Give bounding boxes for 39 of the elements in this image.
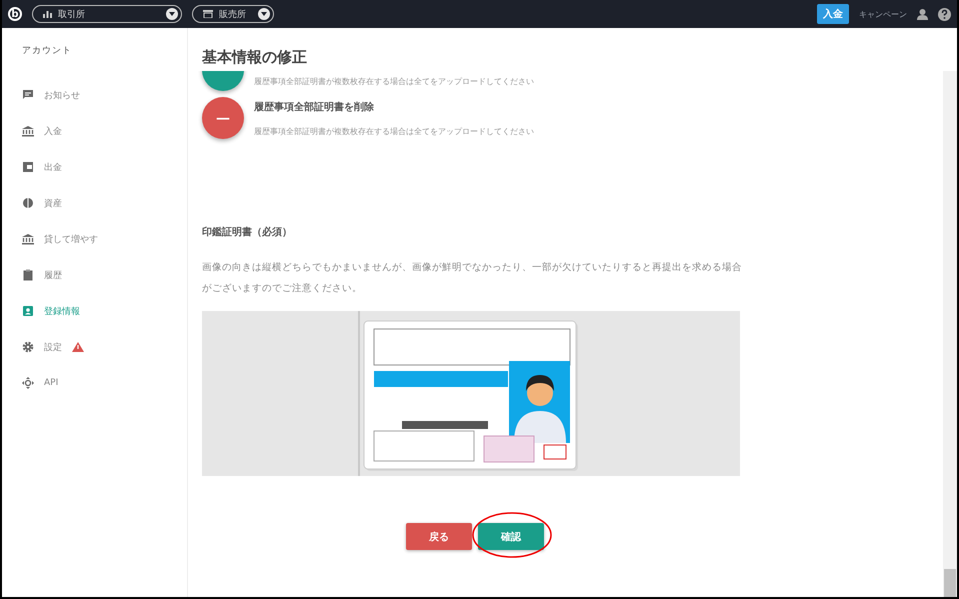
- scrollbar-thumb[interactable]: [944, 569, 956, 597]
- caret-icon: [261, 12, 267, 16]
- sidebar-item[interactable]: 貸して増やす: [22, 221, 187, 257]
- sidebar-item[interactable]: お知らせ: [22, 77, 187, 113]
- section-title: 印鑑証明書（必須）: [202, 226, 293, 239]
- sidebar-item[interactable]: 登録情報: [22, 293, 187, 329]
- wallet-icon: [22, 161, 34, 173]
- help-icon[interactable]: [938, 8, 951, 20]
- sidebar-item[interactable]: 入金: [22, 113, 187, 149]
- market-selector[interactable]: 販売所: [192, 5, 274, 23]
- deposit-button[interactable]: 入金: [817, 4, 849, 24]
- market-selector[interactable]: 取引所: [32, 5, 182, 23]
- pie-icon: [22, 197, 34, 209]
- store-icon: [203, 10, 213, 18]
- sidebar-item[interactable]: API: [22, 365, 187, 401]
- section-note: 画像の向きは縦横どちらでもかまいませんが、画像が鮮明でなかったり、一部が欠けていたりすると再提出を求める場合がございますのでご注意ください。: [202, 261, 743, 296]
- clipboard-icon: [22, 269, 34, 281]
- caret-icon: [169, 12, 175, 16]
- gear-icon: [22, 341, 34, 353]
- message-icon: [22, 89, 34, 101]
- upload-note: 履歴事項全部証明書が複数枚存在する場合は全てをアップロードしてください: [254, 76, 534, 87]
- upload-note: 履歴事項全部証明書が複数枚存在する場合は全てをアップロードしてください: [254, 126, 534, 136]
- sidebar-heading: アカウント: [22, 45, 73, 57]
- sidebar-item[interactable]: 出金: [22, 149, 187, 185]
- badge-icon: [22, 305, 34, 317]
- sidebar-item[interactable]: 履歴: [22, 257, 187, 293]
- confirm-button[interactable]: 確認: [478, 523, 544, 550]
- remove-button[interactable]: −: [202, 97, 244, 139]
- upload-title: 履歴事項全部証明書を削除: [254, 100, 375, 114]
- user-icon[interactable]: [917, 8, 928, 20]
- bank-icon: [22, 125, 34, 137]
- back-button[interactable]: 戻る: [406, 523, 472, 550]
- logo[interactable]: b: [8, 7, 22, 21]
- sidebar-item[interactable]: 設定: [22, 329, 187, 365]
- bank-icon: [22, 233, 34, 245]
- bar-chart-icon: [43, 10, 52, 18]
- move-icon: [22, 377, 34, 389]
- campaign-link[interactable]: キャンペーン: [859, 8, 907, 20]
- sidebar-item[interactable]: 資産: [22, 185, 187, 221]
